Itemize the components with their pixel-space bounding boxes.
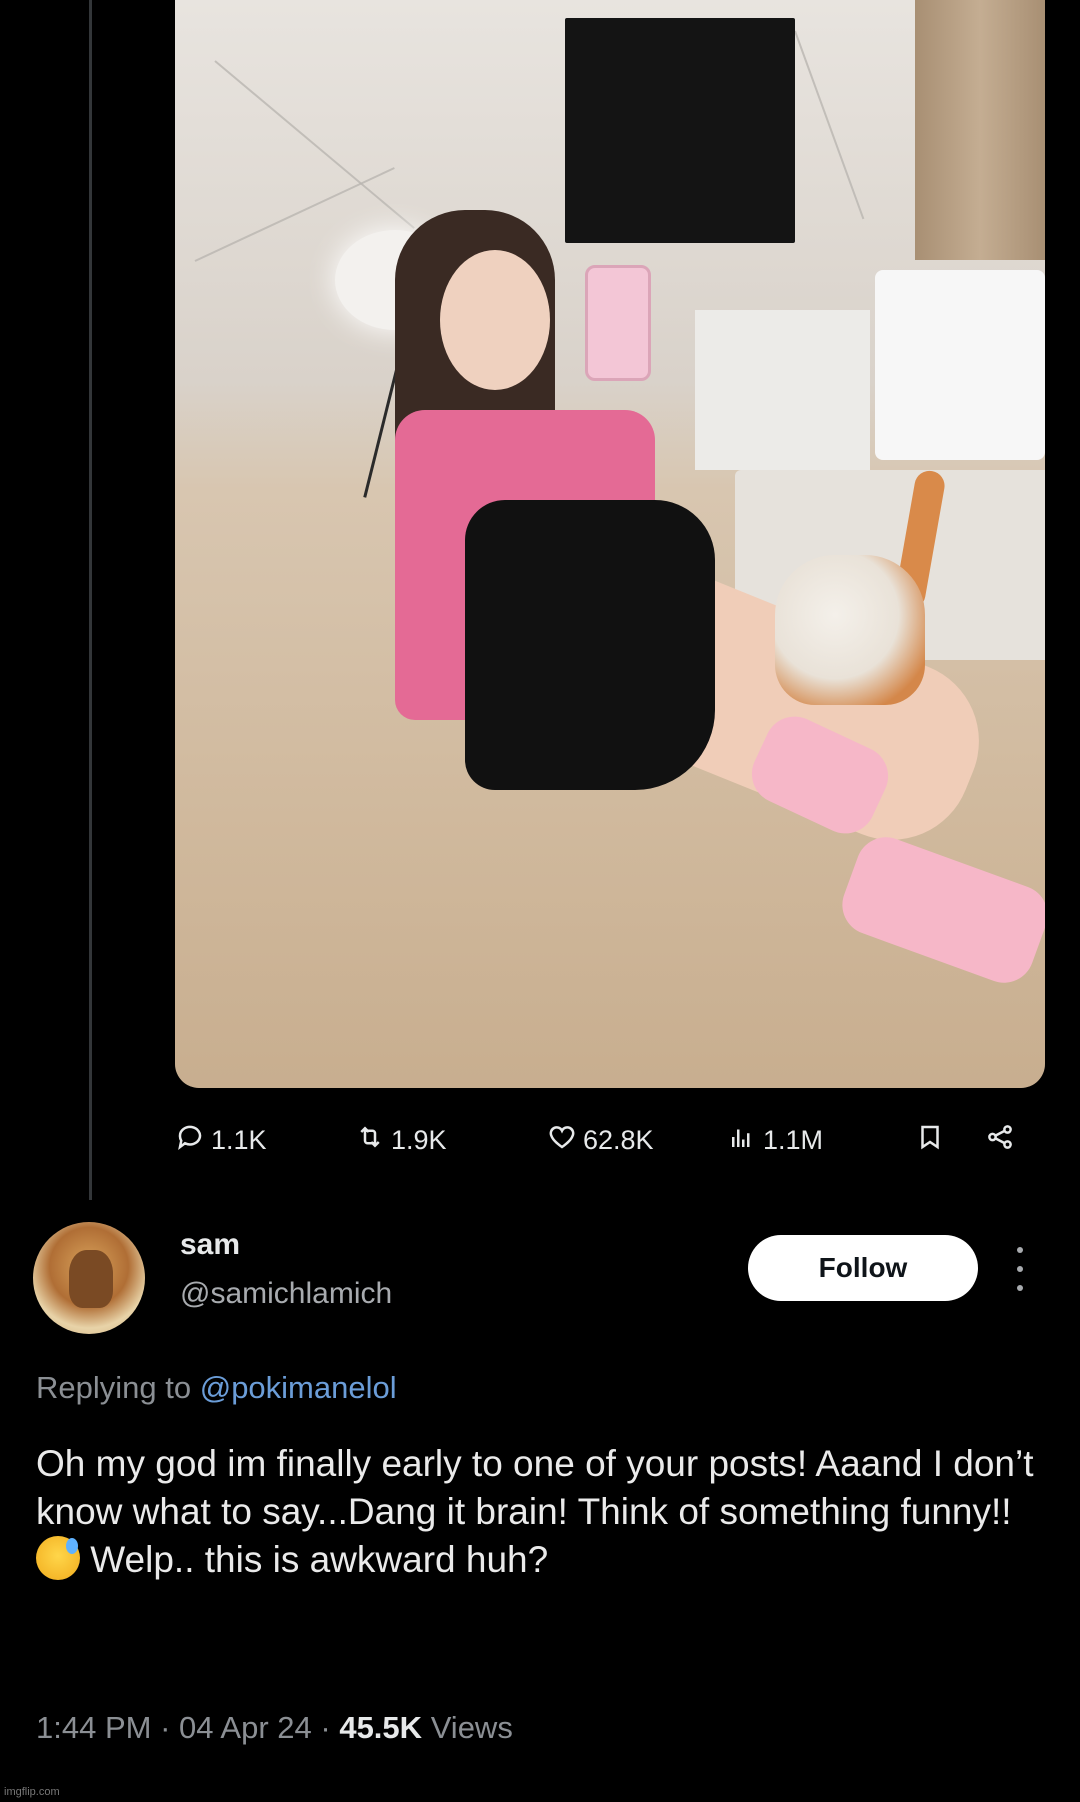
reply-views-count: 45.5K bbox=[339, 1710, 423, 1745]
analytics-icon bbox=[727, 1122, 757, 1159]
reply-text: Oh my god im finally early to one of you… bbox=[36, 1440, 1046, 1584]
meta-separator: · bbox=[320, 1710, 331, 1745]
avatar[interactable] bbox=[33, 1222, 145, 1334]
bookmark-button[interactable] bbox=[915, 1122, 945, 1159]
photo-person-face bbox=[440, 250, 550, 390]
sweat-smile-emoji-icon bbox=[36, 1536, 80, 1580]
repost-button[interactable]: 1.9K bbox=[355, 1122, 447, 1159]
tweet-photo[interactable] bbox=[175, 0, 1045, 1088]
photo-tv bbox=[565, 18, 795, 243]
meta-separator: · bbox=[160, 1710, 171, 1745]
replying-to-line: Replying to @pokimanelol bbox=[36, 1370, 397, 1406]
reply-views-label: Views bbox=[430, 1710, 513, 1745]
photo-curtain bbox=[915, 0, 1045, 260]
views-button[interactable]: 1.1M bbox=[727, 1122, 823, 1159]
reply-count: 1.1K bbox=[211, 1124, 267, 1155]
replying-prefix: Replying to bbox=[36, 1370, 192, 1405]
repost-count: 1.9K bbox=[391, 1124, 447, 1155]
thread-connector-line bbox=[89, 0, 92, 1200]
reply-text-part1: Oh my god im finally early to one of you… bbox=[36, 1443, 1034, 1532]
photo-sock bbox=[833, 828, 1045, 992]
more-dot bbox=[1017, 1285, 1023, 1291]
photo-black-dress bbox=[465, 500, 715, 790]
more-dot bbox=[1017, 1266, 1023, 1272]
reply-icon bbox=[175, 1122, 205, 1159]
user-handle[interactable]: @samichlamich bbox=[180, 1277, 392, 1311]
bookmark-icon bbox=[915, 1122, 945, 1159]
more-dot bbox=[1017, 1247, 1023, 1253]
photo-cat bbox=[775, 555, 925, 705]
photo-marble-vein bbox=[794, 30, 865, 220]
tweet-action-bar: 1.1K 1.9K 62.8K 1.1M bbox=[175, 1120, 1015, 1160]
reply-button[interactable]: 1.1K bbox=[175, 1122, 267, 1159]
like-count: 62.8K bbox=[583, 1124, 654, 1155]
heart-icon bbox=[547, 1122, 577, 1159]
repost-icon bbox=[355, 1122, 385, 1159]
like-button[interactable]: 62.8K bbox=[547, 1122, 654, 1159]
reply-meta: 1:44 PM · 04 Apr 24 · 45.5K Views bbox=[36, 1710, 513, 1746]
views-count: 1.1M bbox=[763, 1124, 824, 1155]
user-display-name[interactable]: sam bbox=[180, 1228, 240, 1262]
replying-mention-link[interactable]: @pokimanelol bbox=[200, 1370, 397, 1405]
imgflip-watermark: imgflip.com bbox=[4, 1786, 60, 1798]
follow-button[interactable]: Follow bbox=[748, 1235, 978, 1301]
reply-date[interactable]: 04 Apr 24 bbox=[179, 1710, 312, 1745]
share-icon bbox=[985, 1122, 1015, 1159]
avatar-bear-image bbox=[69, 1250, 113, 1308]
photo-bed bbox=[875, 270, 1045, 460]
photo-phone bbox=[585, 265, 651, 381]
share-button[interactable] bbox=[985, 1122, 1015, 1159]
photo-dresser bbox=[695, 310, 870, 470]
reply-time[interactable]: 1:44 PM bbox=[36, 1710, 151, 1745]
reply-text-part2: Welp.. this is awkward huh? bbox=[80, 1539, 549, 1580]
more-vertical-icon[interactable] bbox=[1010, 1247, 1030, 1291]
